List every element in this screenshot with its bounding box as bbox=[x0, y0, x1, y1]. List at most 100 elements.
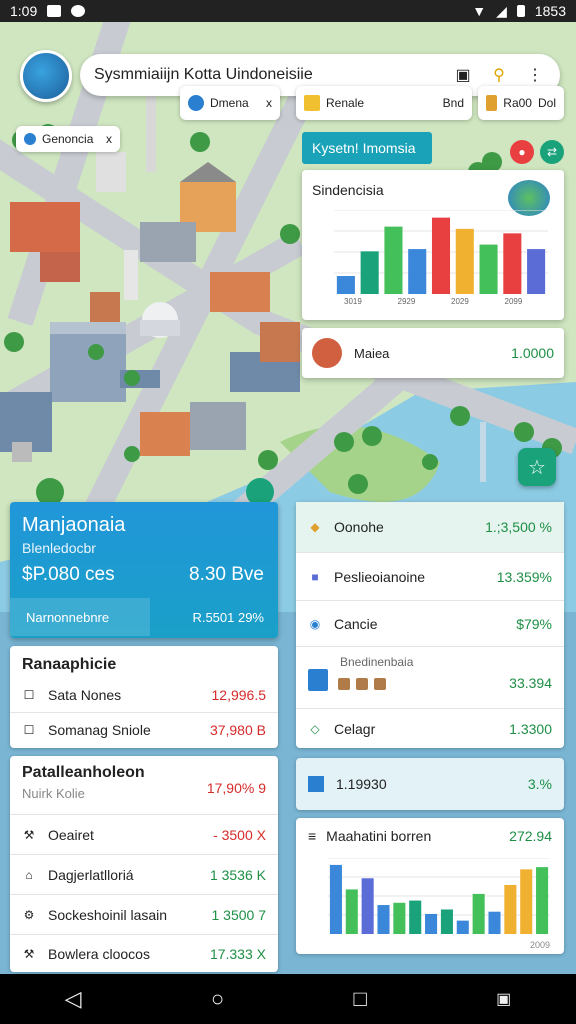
bag-icon bbox=[338, 678, 350, 690]
folder-icon bbox=[304, 95, 320, 111]
panel-title: Sindencisia bbox=[312, 182, 384, 198]
chip-label: Renale bbox=[326, 96, 365, 110]
summary-title: Manjaonaia bbox=[22, 514, 126, 536]
close-icon[interactable]: x bbox=[106, 132, 112, 146]
cube-icon: ■ bbox=[311, 569, 319, 584]
share-icon[interactable]: ⇄ bbox=[540, 140, 564, 164]
tools-icon: ⚒ bbox=[23, 946, 35, 961]
screenshot-icon[interactable]: ▣ bbox=[496, 989, 511, 1009]
search-icon[interactable]: ⚲ bbox=[488, 64, 510, 86]
left-card-2[interactable]: Patalleanholeon Nuirk Kolie 17,90% 9 ⚒ O… bbox=[10, 756, 278, 972]
chart-bar bbox=[360, 251, 379, 294]
alert-icon[interactable]: ● bbox=[510, 140, 534, 164]
list-item[interactable]: ◉ Cancie $79% bbox=[296, 600, 564, 646]
bag-icon bbox=[356, 678, 368, 690]
chart-bar bbox=[527, 249, 546, 294]
right-card-2[interactable]: 1.19930 3.% bbox=[296, 758, 564, 810]
chip-renale[interactable]: Renale Bnd bbox=[296, 86, 472, 120]
globe-icon bbox=[188, 95, 204, 111]
list-icon: ≡ bbox=[308, 828, 317, 844]
diamond-icon: ◇ bbox=[310, 721, 320, 736]
chart-bar bbox=[455, 228, 474, 294]
chart-tick: 2009 bbox=[529, 940, 550, 950]
list-item[interactable]: ⚒ Bowlera cloocos 17.333 X bbox=[10, 934, 278, 972]
row-value: 1.3300 bbox=[509, 720, 552, 737]
chip-ra[interactable]: Ra00 Dol bbox=[478, 86, 564, 120]
card-title: Maahatini borren bbox=[326, 828, 432, 844]
signal-icon: ◢ bbox=[496, 2, 507, 19]
right-card-3[interactable]: ≡ Maahatini borren 272.94 2009 bbox=[296, 818, 564, 954]
list-item[interactable]: Bnedinenbaia 33.394 bbox=[296, 646, 564, 708]
list-item[interactable]: ☐ Somanag Sniole 37,980 B bbox=[10, 712, 278, 746]
row-label: Peslieoianoine bbox=[334, 568, 426, 585]
pin-icon bbox=[24, 133, 36, 145]
building-icon bbox=[312, 338, 342, 368]
recents-icon[interactable]: □ bbox=[354, 986, 367, 1012]
list-item[interactable]: ⚒ Oeairet - 3500 X bbox=[10, 814, 278, 854]
row-label: Oeairet bbox=[48, 826, 94, 843]
chip-dmena[interactable]: Dmena x bbox=[180, 86, 280, 120]
card-title: Ranaaphicie bbox=[22, 656, 117, 673]
notification-icon bbox=[71, 5, 86, 17]
row-value: - 3500 X bbox=[213, 826, 266, 843]
hand-icon bbox=[486, 95, 498, 111]
status-time: 1:09 bbox=[10, 3, 38, 19]
app-logo[interactable] bbox=[20, 50, 72, 102]
chart-bar bbox=[384, 226, 403, 294]
price-label: Maiea bbox=[354, 345, 390, 361]
chart-bar bbox=[504, 884, 517, 934]
row-label: Oonohe bbox=[334, 519, 384, 535]
list-item[interactable]: ⚙ Sockeshoinil lasain 1 3500 7 bbox=[10, 894, 278, 934]
list-item[interactable]: ■ Peslieoianoine 13.359% bbox=[296, 552, 564, 600]
cube-icon bbox=[308, 776, 324, 792]
package-icon: ◆ bbox=[310, 520, 320, 534]
chip-label: Dmena bbox=[210, 96, 249, 110]
row-label: Bnedinenbaia bbox=[340, 655, 414, 669]
tick-label: 2029 bbox=[451, 297, 469, 306]
chart-bar bbox=[329, 864, 342, 934]
summary-footer-label: Narnonnebnre bbox=[26, 610, 110, 625]
chip-suffix: x bbox=[266, 96, 272, 110]
row-value: 13.359% bbox=[496, 568, 552, 585]
list-item[interactable]: ⌂ Dagjerlatlloriá 1 3536 K bbox=[10, 854, 278, 894]
bag-icon[interactable]: ▣ bbox=[452, 64, 474, 86]
price-card[interactable]: Maiea 1.0000 bbox=[302, 328, 564, 378]
chart-bar bbox=[479, 244, 498, 294]
left-card-1[interactable]: Ranaaphicie ☐ Sata Nones 12,996.5 ☐ Soma… bbox=[10, 646, 278, 748]
battery-text: 1853 bbox=[534, 3, 566, 19]
chart-bar bbox=[431, 217, 451, 294]
list-item[interactable]: ◆ Oonohe 1.;3,500 % bbox=[296, 502, 564, 552]
card-subtitle-value: 17,90% 9 bbox=[206, 780, 266, 796]
chip-genoncia[interactable]: Genoncia x bbox=[16, 126, 120, 152]
chip-label: Genoncia bbox=[42, 132, 94, 146]
row-value: 17.333 X bbox=[209, 945, 266, 962]
summary-card[interactable]: Manjaonaia Blenledocbr $P.080 ces 8.30 B… bbox=[10, 502, 278, 638]
row-label: Bowlera cloocos bbox=[48, 945, 150, 962]
search-title: Sysmmiaiijn Kotta Uindoneisiie bbox=[94, 66, 313, 83]
chip-suffix: Dol bbox=[537, 96, 556, 110]
settings-icon: ⚙ bbox=[23, 907, 35, 922]
back-icon[interactable]: ◁ bbox=[65, 986, 82, 1012]
chart-bar bbox=[440, 909, 453, 934]
row-value: 33.394 bbox=[509, 675, 552, 691]
tools-icon: ⚒ bbox=[23, 827, 35, 842]
status-bar: 1:09 ▼ ◢ 1853 bbox=[0, 0, 576, 22]
list-item[interactable]: ◇ Celagr 1.3300 bbox=[296, 708, 564, 748]
summary-price-secondary: 8.30 Bve bbox=[189, 564, 264, 585]
map-chart-panel[interactable]: Sindencisia 3019 2929 2029 2099 bbox=[302, 170, 564, 320]
right-card-1[interactable]: ◆ Oonohe 1.;3,500 % ■ Peslieoianoine 13.… bbox=[296, 502, 564, 748]
chart-bar bbox=[408, 249, 427, 294]
star-icon[interactable]: ☆ bbox=[518, 448, 556, 486]
wifi-icon: ▼ bbox=[472, 3, 487, 19]
chart-bar bbox=[425, 913, 438, 934]
bar-chart bbox=[328, 858, 550, 934]
chip-label: Ra00 bbox=[503, 96, 532, 110]
chip-suffix: Bnd bbox=[442, 96, 464, 110]
chart-bar bbox=[409, 900, 422, 934]
home-icon[interactable]: ○ bbox=[211, 986, 224, 1012]
list-item[interactable]: ☐ Sata Nones 12,996.5 bbox=[10, 678, 278, 712]
more-icon[interactable]: ⋮ bbox=[524, 64, 546, 86]
card-value: 3.% bbox=[527, 776, 552, 792]
chart-bar bbox=[456, 920, 469, 934]
card-label: 1.19930 bbox=[336, 776, 387, 792]
